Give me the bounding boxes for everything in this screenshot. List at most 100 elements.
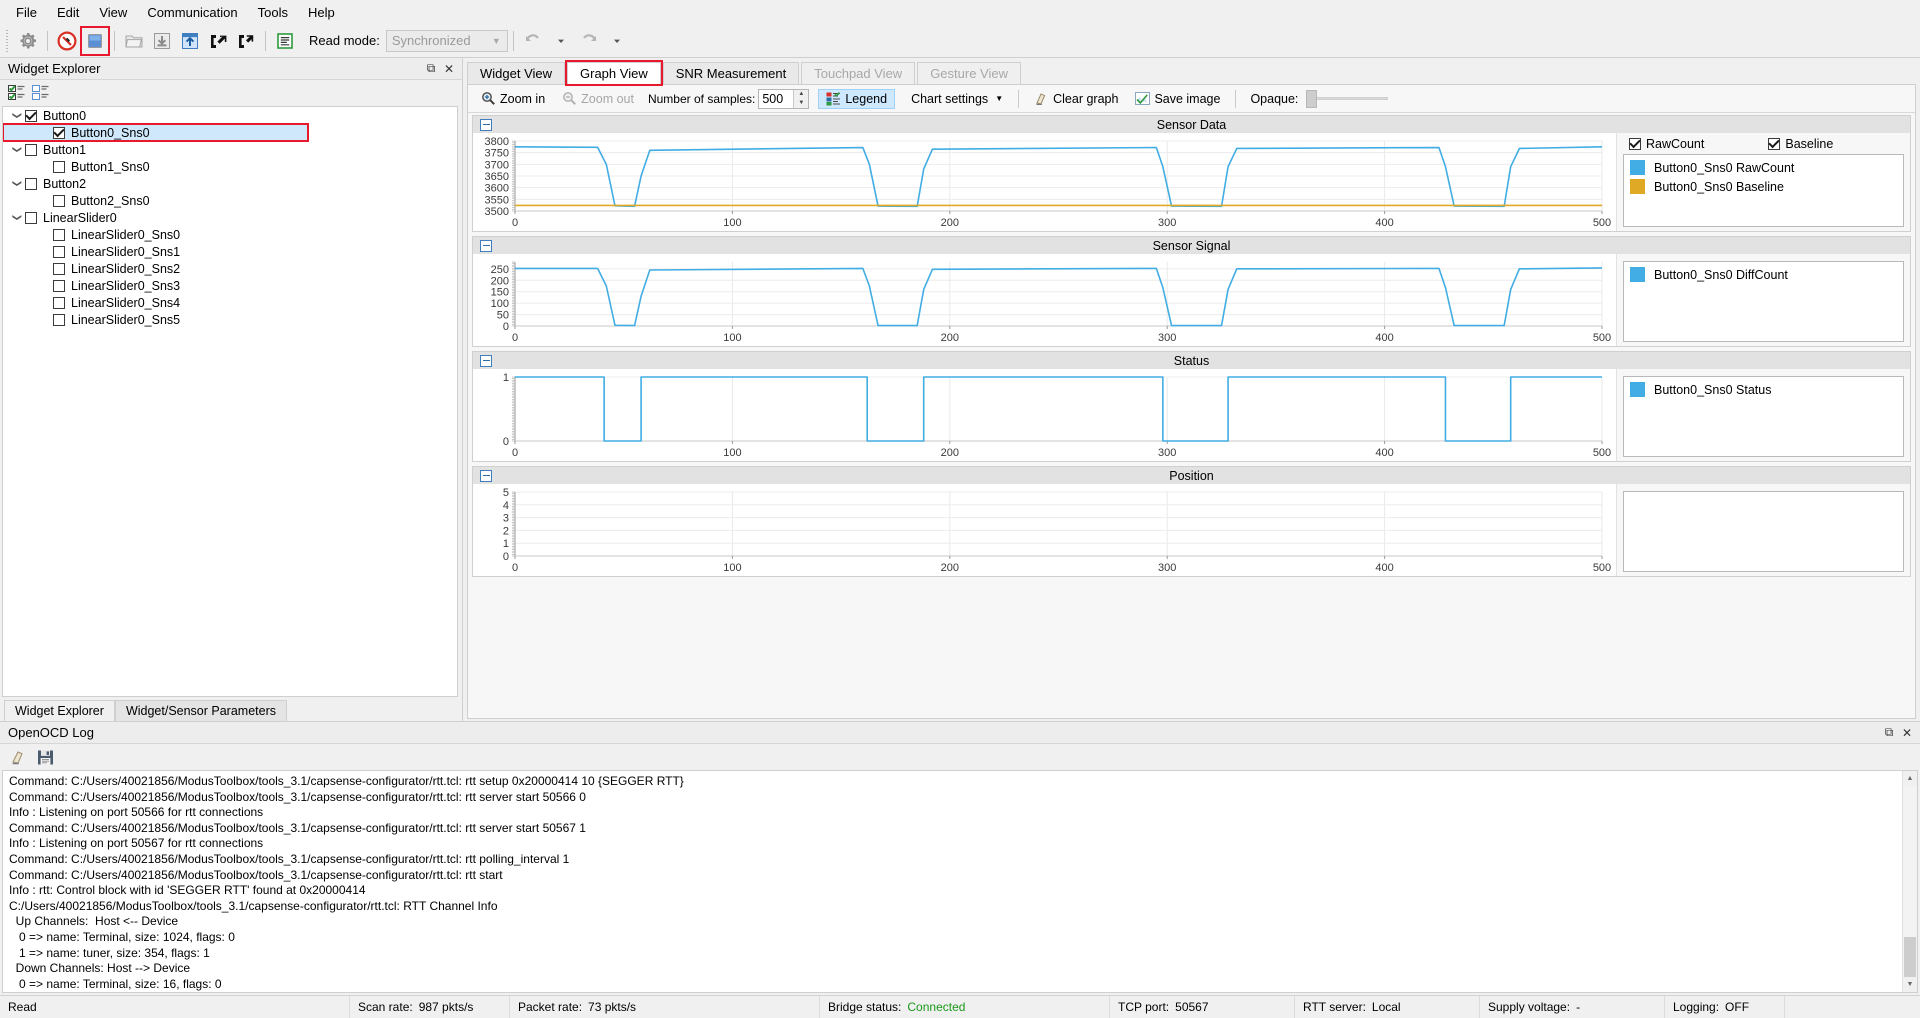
menu-item-communication[interactable]: Communication — [137, 2, 247, 23]
legend-toggle-button[interactable]: Legend — [818, 88, 896, 109]
zoom-out-button[interactable]: Zoom out — [555, 89, 641, 108]
close-icon[interactable]: ✕ — [440, 60, 458, 78]
redo-icon[interactable] — [575, 27, 603, 55]
undo-dropdown-icon[interactable] — [547, 27, 575, 55]
tree-item-button2_sns0[interactable]: Button2_Sns0 — [3, 192, 457, 209]
number-of-samples-stepper[interactable]: ▲ ▼ — [758, 88, 810, 109]
chevron-down-icon[interactable]: ❯ — [12, 210, 23, 226]
tree-item-linearslider0_sns5[interactable]: LinearSlider0_Sns5 — [3, 311, 457, 328]
log-icon[interactable] — [271, 27, 299, 55]
plot-area[interactable]: 0 50 100 150 200 250 0 100 200 300 400 500 — [473, 254, 1617, 346]
export-icon[interactable] — [232, 27, 260, 55]
tree-item-button0_sns0[interactable]: Button0_Sns0 — [3, 123, 309, 142]
tree-item-checkbox[interactable] — [53, 160, 65, 173]
menu-item-edit[interactable]: Edit — [47, 2, 89, 23]
check-all-icon[interactable] — [8, 85, 26, 101]
stepper-buttons[interactable]: ▲ ▼ — [793, 89, 809, 108]
import-icon[interactable] — [204, 27, 232, 55]
slider-thumb[interactable] — [1306, 89, 1318, 108]
status-label: Packet rate: — [518, 1000, 583, 1014]
legend-toggle-checkbox[interactable] — [1768, 138, 1781, 150]
tab-snr-measurement[interactable]: SNR Measurement — [662, 62, 800, 84]
tree-item-linearslider0_sns2[interactable]: LinearSlider0_Sns2 — [3, 260, 457, 277]
plot-area[interactable]: 0 1 2 3 4 5 0 100 200 300 400 500 — [473, 484, 1617, 576]
menu-item-help[interactable]: Help — [298, 2, 345, 23]
tree-item-button2[interactable]: ❯ Button2 — [3, 175, 457, 192]
plot-area[interactable]: 0 1 0 100 200 300 400 500 — [473, 369, 1617, 461]
clear-graph-button[interactable]: Clear graph — [1027, 89, 1125, 108]
stepper-down-icon[interactable]: ▼ — [794, 98, 809, 108]
log-vertical-scrollbar[interactable]: ▲ ▼ — [1902, 771, 1917, 992]
tree-item-checkbox[interactable] — [53, 194, 65, 207]
tree-item-checkbox[interactable] — [25, 211, 37, 224]
chevron-down-icon[interactable]: ❯ — [12, 108, 23, 124]
tree-item-label: Button0 — [43, 108, 87, 123]
tree-item-linearslider0_sns0[interactable]: LinearSlider0_Sns0 — [3, 226, 457, 243]
chart-settings-button[interactable]: Chart settings ▼ — [904, 90, 1010, 108]
legend-item[interactable]: Button0_Sns0 Baseline — [1630, 179, 1897, 194]
scroll-thumb[interactable] — [1904, 937, 1916, 977]
stop-icon[interactable] — [80, 25, 110, 56]
legend-toggle-baseline[interactable]: Baseline — [1768, 137, 1833, 151]
menu-item-file[interactable]: File — [6, 2, 47, 23]
tree-item-linearslider0_sns1[interactable]: LinearSlider0_Sns1 — [3, 243, 457, 260]
number-of-samples-input[interactable] — [759, 89, 794, 108]
upload-icon[interactable] — [176, 27, 204, 55]
settings-gear-icon[interactable] — [14, 27, 42, 55]
graph-view-panel: Zoom in Zoom out Number of samples: 500 … — [467, 84, 1916, 719]
stepper-up-icon[interactable]: ▲ — [794, 89, 809, 99]
tree-item-checkbox[interactable] — [53, 262, 65, 275]
scroll-down-icon[interactable]: ▼ — [1903, 977, 1917, 992]
menu-item-tools[interactable]: Tools — [248, 2, 298, 23]
opaque-slider[interactable] — [1306, 89, 1389, 108]
tree-item-checkbox[interactable] — [53, 313, 65, 326]
openocd-log-output[interactable]: Command: C:/Users/40021856/ModusToolbox/… — [2, 770, 1918, 993]
float-dock-icon[interactable]: ⧉ — [1880, 724, 1898, 742]
disconnect-icon[interactable] — [53, 27, 81, 55]
clear-log-icon[interactable] — [10, 749, 27, 766]
chevron-down-icon[interactable]: ❯ — [12, 142, 23, 158]
tab-widget-view[interactable]: Widget View — [467, 62, 566, 84]
legend-toggle-rawcount[interactable]: RawCount — [1629, 137, 1704, 151]
tree-item-linearslider0_sns3[interactable]: LinearSlider0_Sns3 — [3, 277, 457, 294]
tree-item-checkbox[interactable] — [53, 296, 65, 309]
dock-tab-widget-explorer[interactable]: Widget Explorer — [4, 700, 115, 721]
tree-item-checkbox[interactable] — [25, 177, 37, 190]
uncheck-all-icon[interactable] — [32, 85, 50, 101]
legend-toggle-checkbox[interactable] — [1629, 138, 1641, 150]
tree-item-checkbox[interactable] — [53, 228, 65, 241]
toolbar-grip[interactable] — [4, 29, 12, 52]
legend-color-swatch — [1630, 382, 1645, 397]
read-mode-select[interactable]: Synchronized ▼ — [385, 29, 508, 52]
legend-item[interactable]: Button0_Sns0 RawCount — [1630, 160, 1897, 175]
redo-dropdown-icon[interactable] — [603, 27, 631, 55]
undo-icon[interactable] — [519, 27, 547, 55]
save-image-button[interactable]: Save image — [1128, 90, 1227, 108]
legend-item[interactable]: Button0_Sns0 DiffCount — [1630, 267, 1897, 282]
tree-item-checkbox[interactable] — [53, 279, 65, 292]
widget-tree[interactable]: ❯ Button0 Button0_Sns0 ❯ Button1 Button1_Sns0… — [2, 106, 458, 697]
chevron-down-icon[interactable]: ❯ — [12, 176, 23, 192]
dock-tab-widget-sensor-parameters[interactable]: Widget/Sensor Parameters — [114, 700, 287, 721]
legend-item[interactable]: Button0_Sns0 Status — [1630, 382, 1897, 397]
save-log-icon[interactable] — [37, 749, 54, 766]
tree-item-checkbox[interactable] — [25, 109, 37, 122]
tree-item-checkbox[interactable] — [53, 126, 65, 139]
tree-item-checkbox[interactable] — [25, 143, 37, 156]
tree-item-button1[interactable]: ❯ Button1 — [3, 141, 457, 158]
tree-item-checkbox[interactable] — [53, 245, 65, 258]
tree-item-linearslider0_sns4[interactable]: LinearSlider0_Sns4 — [3, 294, 457, 311]
scroll-up-icon[interactable]: ▲ — [1903, 771, 1917, 786]
float-dock-icon[interactable]: ⧉ — [422, 60, 440, 78]
tree-item-button1_sns0[interactable]: Button1_Sns0 — [3, 158, 457, 175]
tree-item-linearslider0[interactable]: ❯ LinearSlider0 — [3, 209, 457, 226]
download-icon[interactable] — [148, 27, 176, 55]
tab-graph-view[interactable]: Graph View — [565, 60, 663, 86]
plot-area[interactable]: 3500 3550 3600 3650 3700 3750 3800 0 100 200 300 40… — [473, 133, 1617, 231]
menu-item-view[interactable]: View — [89, 2, 137, 23]
close-icon[interactable]: ✕ — [1898, 724, 1916, 742]
zoom-in-button[interactable]: Zoom in — [474, 89, 552, 108]
tree-item-button0[interactable]: ❯ Button0 — [3, 107, 457, 124]
scroll-gap[interactable] — [1903, 786, 1917, 937]
open-file-icon[interactable] — [120, 27, 148, 55]
